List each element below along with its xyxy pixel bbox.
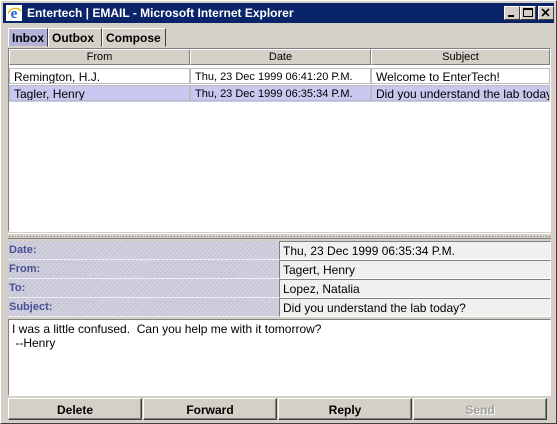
action-bar: Delete Forward Reply Send (8, 398, 551, 420)
date-label: Date: (8, 241, 279, 260)
to-label: To: (8, 279, 279, 298)
message-row[interactable]: Remington, H.J. Thu, 23 Dec 1999 06:41:2… (9, 68, 550, 85)
splitter-grip (8, 235, 551, 238)
browser-window: e Entertech | EMAIL - Microsoft Internet… (0, 0, 557, 424)
message-body-line: --Henry (12, 336, 56, 350)
close-icon (541, 8, 550, 17)
send-button[interactable]: Send (413, 398, 547, 420)
tab-inbox[interactable]: Inbox (8, 28, 48, 47)
internet-explorer-icon: e (6, 5, 22, 21)
message-list-header: From Date Subject (9, 49, 550, 66)
row-date: Thu, 23 Dec 1999 06:41:20 P.M. (190, 68, 371, 84)
row-date: Thu, 23 Dec 1999 06:35:34 P.M. (190, 85, 371, 101)
date-value: Thu, 23 Dec 1999 06:35:34 P.M. (279, 241, 551, 260)
subject-label: Subject: (8, 298, 279, 317)
minimize-icon (508, 15, 514, 17)
close-button[interactable] (538, 6, 554, 20)
tab-outbox[interactable]: Outbox (48, 28, 102, 47)
message-body-line: I was a little confused. Can you help me… (12, 322, 322, 336)
to-value: Lopez, Natalia (279, 279, 551, 298)
column-header-from[interactable]: From (9, 49, 190, 65)
row-subject: Did you understand the lab today? (371, 85, 550, 101)
message-body[interactable]: I was a little confused. Can you help me… (8, 319, 551, 396)
minimize-button[interactable] (504, 6, 520, 20)
message-header-panel: Date: Thu, 23 Dec 1999 06:35:34 P.M. Fro… (8, 241, 551, 319)
row-from: Tagler, Henry (9, 85, 190, 101)
forward-button[interactable]: Forward (143, 398, 277, 420)
delete-button[interactable]: Delete (8, 398, 142, 420)
reply-button[interactable]: Reply (278, 398, 412, 420)
title-bar[interactable]: e Entertech | EMAIL - Microsoft Internet… (3, 3, 554, 23)
subject-value: Did you understand the lab today? (279, 298, 551, 317)
tab-compose[interactable]: Compose (102, 28, 166, 47)
maximize-icon (523, 8, 533, 17)
message-row-selected[interactable]: Tagler, Henry Thu, 23 Dec 1999 06:35:34 … (9, 85, 550, 102)
row-subject: Welcome to EnterTech! (371, 68, 550, 84)
row-from: Remington, H.J. (9, 68, 190, 84)
pane-splitter[interactable] (8, 233, 551, 239)
maximize-button[interactable] (520, 6, 536, 20)
column-header-date[interactable]: Date (190, 49, 371, 65)
column-header-subject[interactable]: Subject (371, 49, 550, 65)
window-title: Entertech | EMAIL - Microsoft Internet E… (27, 6, 294, 20)
from-value: Tagert, Henry (279, 260, 551, 279)
message-list: From Date Subject Remington, H.J. Thu, 2… (8, 48, 551, 232)
from-label: From: (8, 260, 279, 279)
